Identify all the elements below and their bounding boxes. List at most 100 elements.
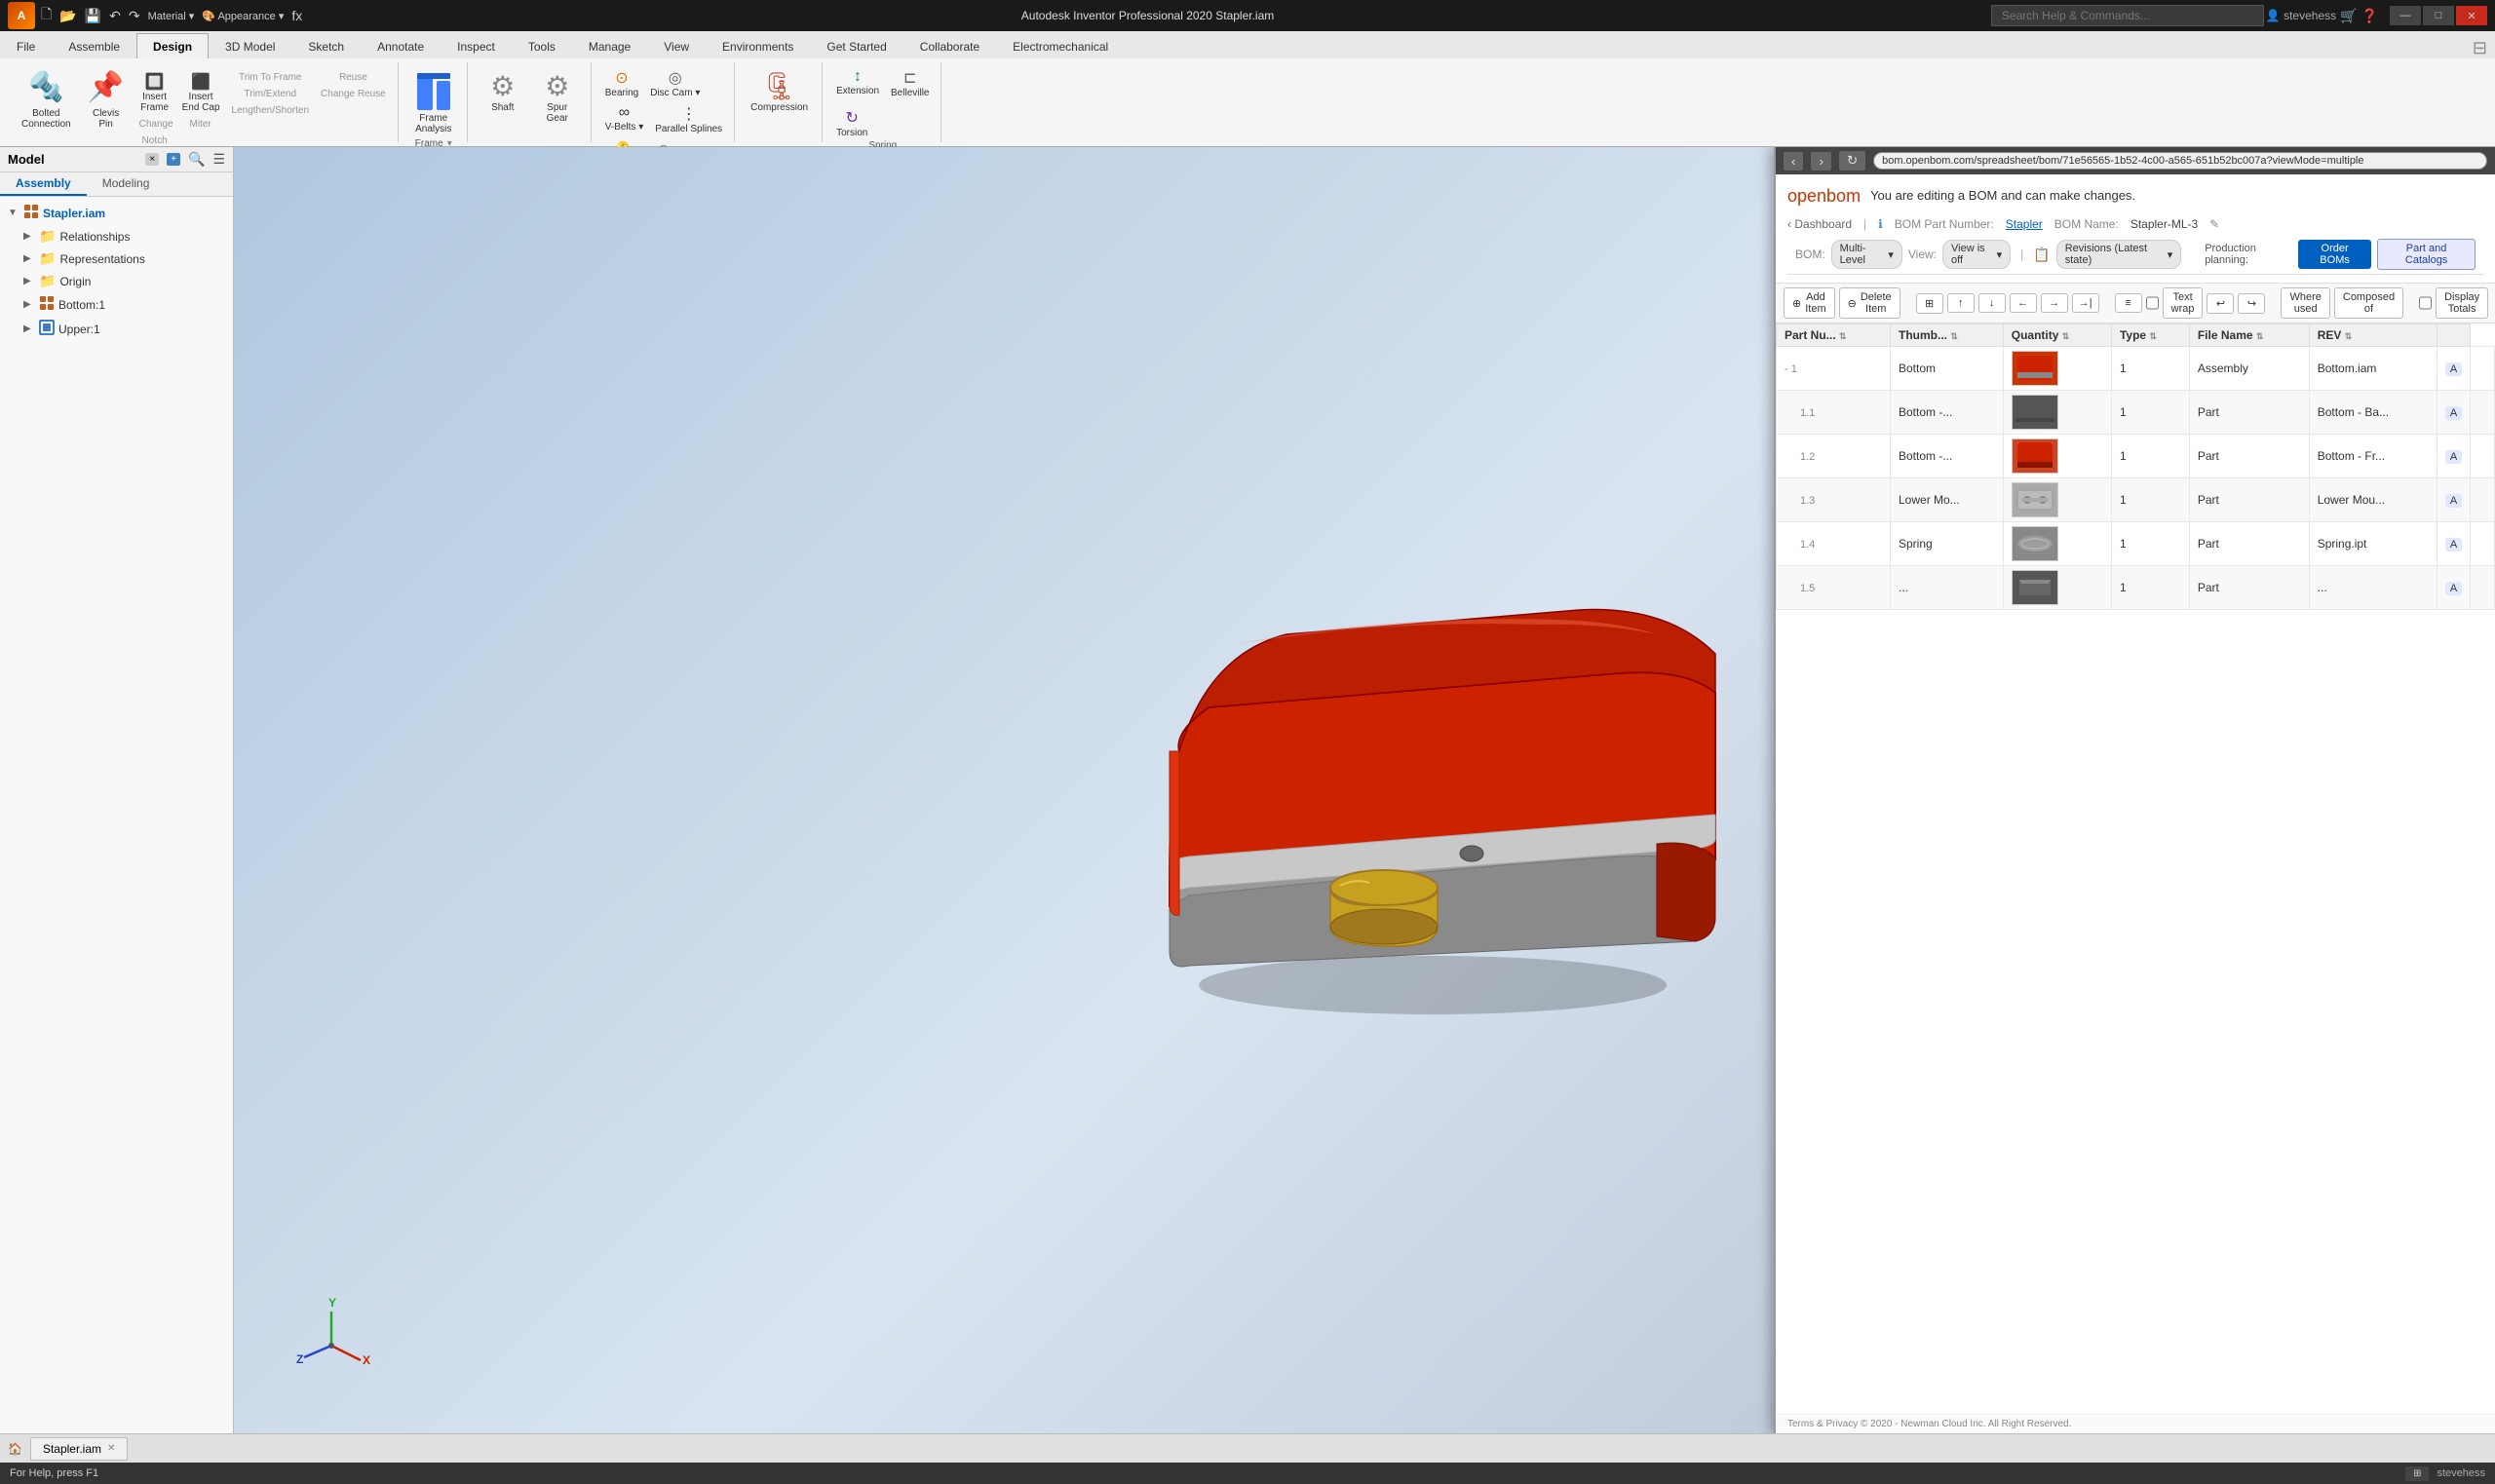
panel-tab-add[interactable]: + (167, 153, 180, 166)
v-belts-button[interactable]: ∞ V-Belts ▾ (601, 102, 647, 136)
order-boms-button[interactable]: Order BOMs (2298, 240, 2371, 269)
viewport[interactable]: X Y Z Top (234, 147, 2495, 1433)
undo-button[interactable]: ↶ (107, 6, 123, 26)
taskbar-icon-1[interactable]: ⊞ (2405, 1466, 2429, 1481)
cart-button[interactable]: 🛒 (2338, 6, 2359, 26)
bom-table-container[interactable]: Part Nu... ⇅ Thumb... ⇅ Quantity ⇅ Type … (1776, 323, 2495, 1414)
fx-button[interactable]: fx (289, 6, 304, 25)
tab-getstarted[interactable]: Get Started (810, 33, 902, 58)
undo-bom-button[interactable]: ↩ (2207, 293, 2234, 314)
tab-collaborate[interactable]: Collaborate (903, 33, 996, 58)
table-row[interactable]: 1.1 Bottom -... 1 (1777, 391, 2495, 435)
tab-inspect[interactable]: Inspect (441, 33, 512, 58)
bom-forward-btn[interactable]: › (1811, 152, 1830, 171)
align-button[interactable]: ≡ (2115, 293, 2142, 313)
spur-gear-button[interactable]: ⚙ SpurGear (532, 66, 583, 128)
move-down-button[interactable]: ↓ (1978, 293, 2006, 313)
bearing-button[interactable]: ⊙ Bearing (601, 66, 642, 100)
parallel-splines-button[interactable]: ⋮ Parallel Splines (651, 102, 726, 136)
minimize-button[interactable]: — (2390, 6, 2421, 25)
maximize-button[interactable]: □ (2423, 6, 2454, 25)
bom-back-btn[interactable]: ‹ (1784, 152, 1803, 171)
close-button[interactable]: ✕ (2456, 6, 2487, 25)
tab-file[interactable]: File (0, 33, 52, 58)
tab-assemble[interactable]: Assemble (52, 33, 136, 58)
add-item-button[interactable]: ⊕ Add Item (1784, 287, 1835, 319)
delete-item-button[interactable]: ⊖ Delete Item (1839, 287, 1900, 319)
col-rev[interactable]: REV ⇅ (2309, 324, 2437, 347)
frame-analysis-button[interactable]: FrameAnalysis (408, 66, 459, 138)
help-button[interactable]: ❓ (2360, 6, 2380, 26)
tree-item-upper1[interactable]: ▶ Upper:1 (0, 317, 233, 341)
tab-modeling[interactable]: Modeling (87, 172, 166, 196)
dashboard-back-link[interactable]: ‹ Dashboard (1787, 217, 1852, 231)
part-catalogs-button[interactable]: Part and Catalogs (2377, 239, 2476, 270)
save-button[interactable]: 💾 (83, 6, 103, 26)
lengthen-shorten-button[interactable]: Lengthen/Shorten (228, 103, 314, 118)
tab-electromechanical[interactable]: Electromechanical (996, 33, 1125, 58)
tree-item-origin[interactable]: ▶ 📁 Origin (0, 270, 233, 292)
panel-tab-close[interactable]: × (145, 153, 159, 166)
bom-level-badge[interactable]: Multi-Level ▾ (1831, 240, 1902, 269)
move-left-button[interactable]: ← (2010, 293, 2037, 313)
tree-item-representations[interactable]: ▶ 📁 Representations (0, 247, 233, 270)
move-right-button[interactable]: → (2041, 293, 2068, 313)
trim-extend-button[interactable]: Trim/Extend (228, 87, 314, 101)
tree-item-relationships[interactable]: ▶ 📁 Relationships (0, 225, 233, 247)
panel-search-btn[interactable]: 🔍 (188, 151, 205, 168)
change-reuse-button[interactable]: Change Reuse (317, 87, 390, 101)
bottom-tab-stapler[interactable]: Stapler.iam ✕ (30, 1437, 128, 1461)
bom-name-edit-icon[interactable]: ✎ (2209, 217, 2219, 231)
composed-of-button[interactable]: Composed of (2334, 287, 2403, 319)
material-dropdown[interactable]: Material ▾ (146, 8, 197, 24)
tab-3dmodel[interactable]: 3D Model (209, 33, 291, 58)
bom-revisions-badge[interactable]: Revisions (Latest state) ▾ (2056, 240, 2181, 269)
panel-menu-btn[interactable]: ☰ (212, 151, 225, 168)
tab-assembly[interactable]: Assembly (0, 172, 87, 196)
new-button[interactable]: 🗋 (39, 2, 54, 29)
table-row[interactable]: 1.5 ... 1 Part (1777, 566, 2495, 610)
redo-bom-button[interactable]: ↪ (2238, 293, 2265, 314)
tab-environments[interactable]: Environments (706, 33, 810, 58)
insert-frame-button[interactable]: 🔲 InsertFrame (135, 70, 174, 115)
tab-tools[interactable]: Tools (512, 33, 572, 58)
extension-button[interactable]: ↕ Extension (832, 66, 883, 100)
tab-design[interactable]: Design (136, 33, 209, 58)
bom-part-number-link[interactable]: Stapler (2006, 217, 2043, 231)
search-input[interactable] (1991, 5, 2264, 26)
col-thumb[interactable]: Thumb... ⇅ (1891, 324, 2004, 347)
tree-item-stapler[interactable]: ▼ Stapler.iam (0, 201, 233, 225)
reuse-button[interactable]: Reuse (317, 70, 390, 85)
move-up-button[interactable]: ↑ (1947, 293, 1975, 313)
notch-button[interactable]: Notch (135, 133, 174, 148)
bottom-tab-close[interactable]: ✕ (107, 1443, 115, 1454)
miter-button[interactable]: Miter (181, 117, 220, 132)
tab-annotate[interactable]: Annotate (361, 33, 441, 58)
indent-button[interactable]: →| (2072, 293, 2099, 313)
torsion-button[interactable]: ↻ Torsion (832, 106, 871, 140)
tab-sketch[interactable]: Sketch (291, 33, 361, 58)
bom-view-badge[interactable]: View is off ▾ (1942, 240, 2011, 269)
tree-item-bottom1[interactable]: ▶ Bottom:1 (0, 292, 233, 317)
trim-to-frame-button[interactable]: Trim To Frame (228, 70, 314, 85)
col-filename[interactable]: File Name ⇅ (2189, 324, 2309, 347)
col-part-num[interactable]: Part Nu... ⇅ (1777, 324, 1891, 347)
checkbox-1[interactable] (2146, 296, 2159, 310)
bom-url-input[interactable] (1873, 152, 2487, 170)
insert-end-cap-button[interactable]: ⬛ InsertEnd Cap (178, 70, 224, 115)
disc-cam-button[interactable]: ◎ Disc Cam ▾ (646, 66, 704, 100)
table-row[interactable]: 1.4 Spring (1777, 522, 2495, 566)
text-wrap-button[interactable]: Text wrap (2163, 287, 2204, 319)
bolted-connection-button[interactable]: 🔩 BoltedConnection (16, 66, 77, 133)
col-quantity[interactable]: Quantity ⇅ (2003, 324, 2111, 347)
ribbon-collapse-btn[interactable]: ⊟ (2465, 38, 2495, 58)
bom-refresh-btn[interactable]: ↻ (1839, 151, 1865, 171)
grid-view-button[interactable]: ⊞ (1916, 293, 1943, 314)
shaft-button[interactable]: ⚙ Shaft (478, 66, 528, 117)
table-row[interactable]: - 1 Bottom 1 A (1777, 347, 2495, 391)
col-type[interactable]: Type ⇅ (2111, 324, 2189, 347)
compression-button[interactable]: 🗜 Compression (745, 66, 814, 117)
appearance-button[interactable]: 🎨 Appearance ▾ (200, 8, 286, 24)
where-used-button[interactable]: Where used (2281, 287, 2329, 319)
table-row[interactable]: 1.3 Lower Mo... (1777, 478, 2495, 522)
